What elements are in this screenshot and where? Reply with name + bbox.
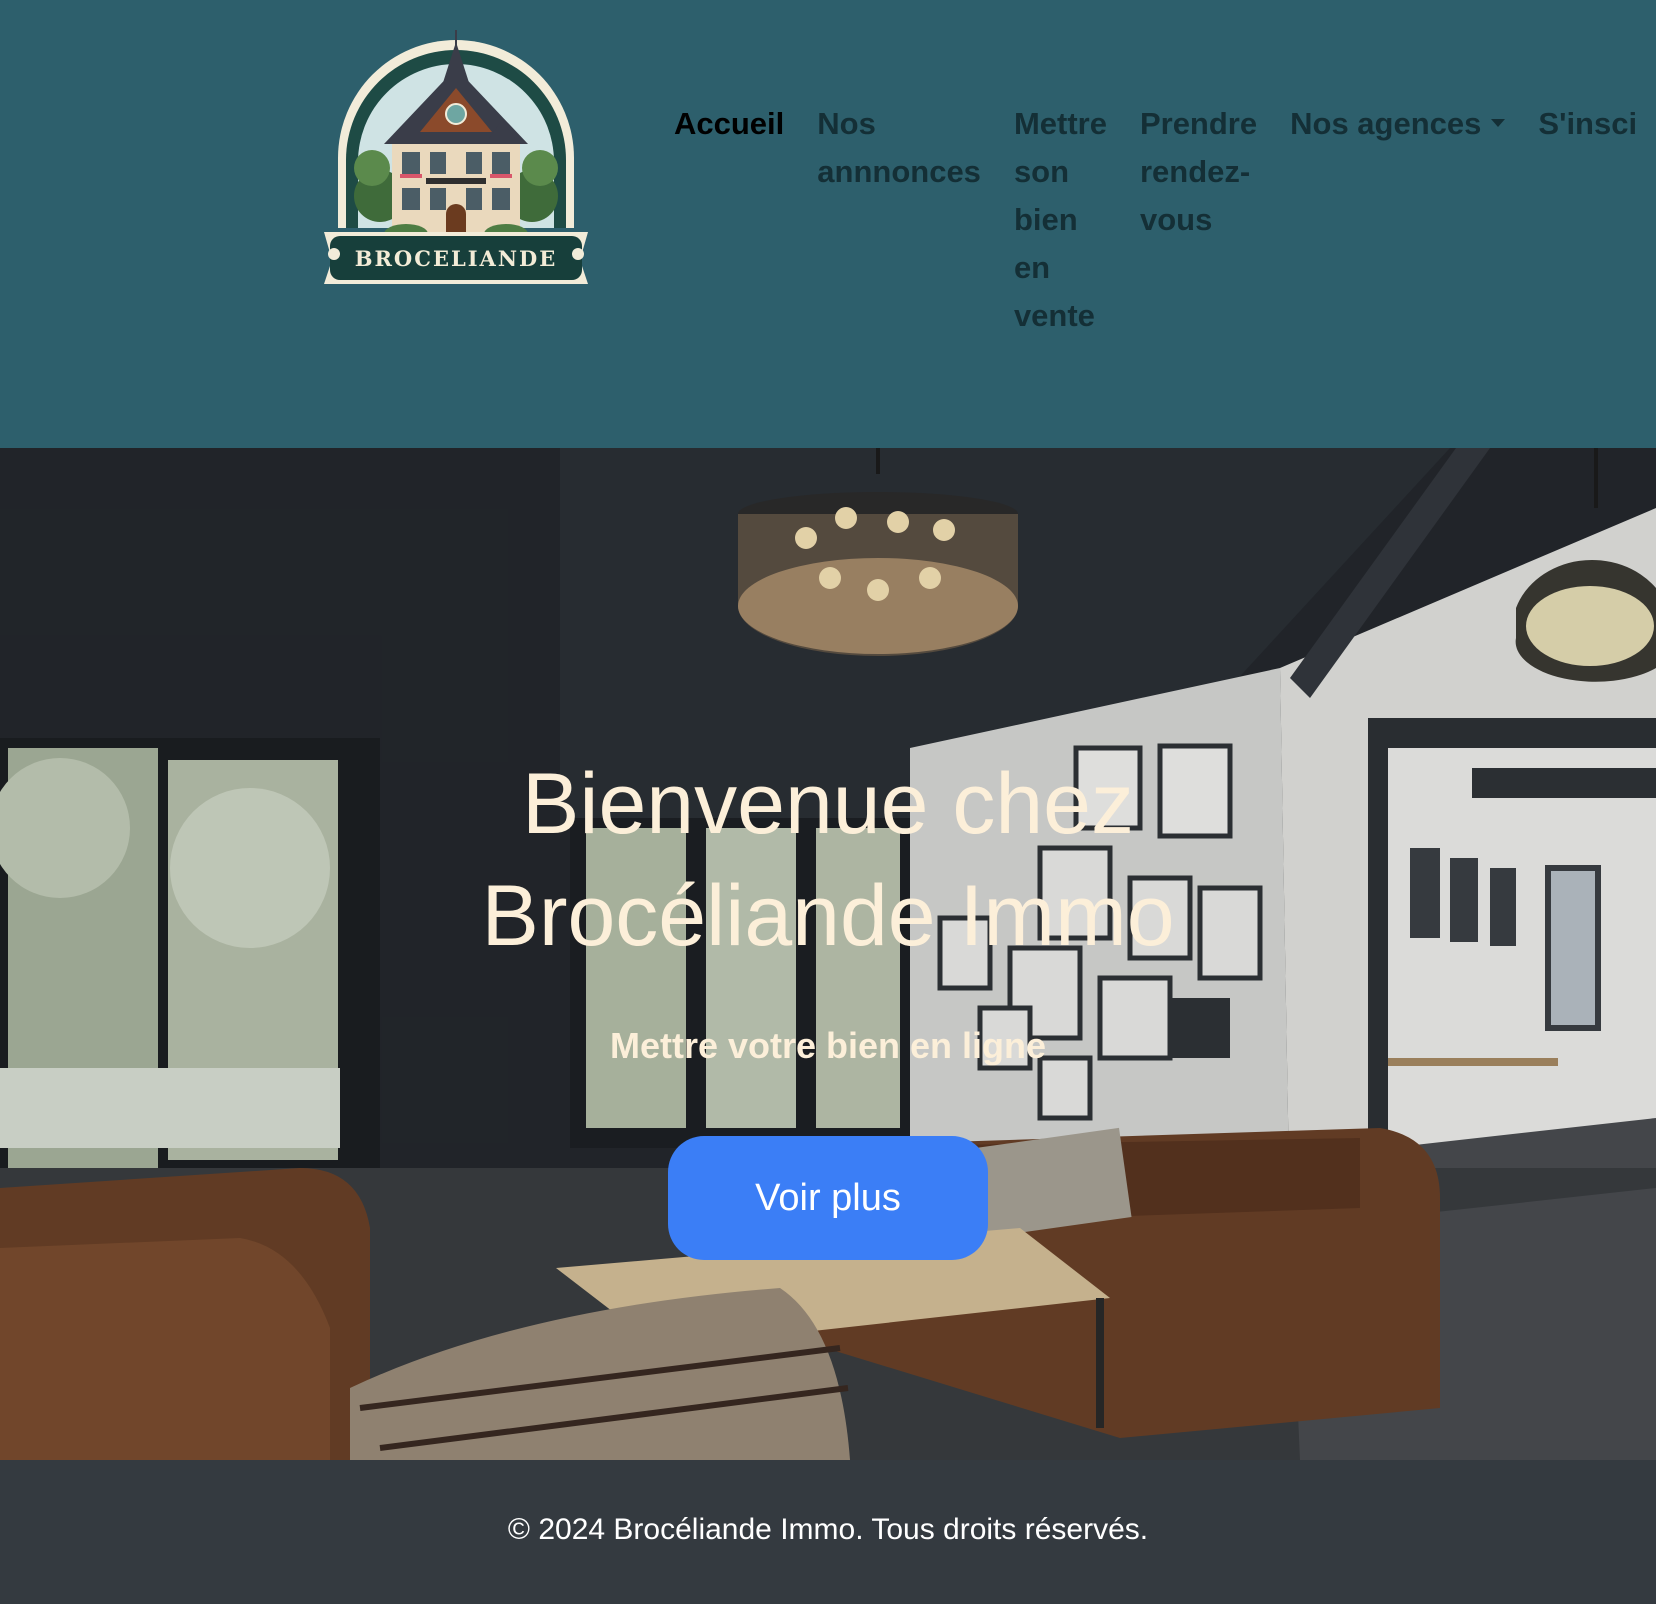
nav-item-label: vente (1013, 298, 1095, 333)
site-logo[interactable]: BROCELIANDE (318, 28, 594, 292)
nav-item-annonces[interactable]: Nos annnonces (817, 100, 1014, 196)
logo-text: BROCELIANDE (355, 246, 558, 271)
voir-plus-button[interactable]: Voir plus (668, 1136, 988, 1260)
site-footer: © 2024 Brocéliande Immo. Tous droits rés… (0, 1460, 1656, 1604)
nav-item-accueil[interactable]: Accueil (674, 100, 817, 148)
nav-item-label: Mettre (1013, 106, 1107, 141)
nav-item-label: vous (1139, 202, 1213, 237)
nav-item-inscrire[interactable]: S'insci (1538, 100, 1656, 148)
nav-item-label: bien (1013, 202, 1078, 237)
hero-title-line-1: Bienvenue chez (522, 756, 1134, 852)
hero-section: Bienvenue chez Brocéliande Immo Mettre v… (0, 448, 1656, 1460)
nav-item-label: annnonces (817, 154, 981, 189)
hero-content: Bienvenue chez Brocéliande Immo Mettre v… (0, 448, 1656, 1460)
hero-subtitle: Mettre votre bien en ligne (609, 1025, 1047, 1066)
nav-item-label: Nos agences (1290, 106, 1482, 141)
nav-item-mettre-en-vente[interactable]: Mettre son bien en vente (1014, 100, 1140, 340)
caret-down-icon (1491, 118, 1506, 127)
nav-item-label: Nos (817, 106, 876, 141)
house-logo-icon: BROCELIANDE (324, 30, 588, 284)
main-nav: Accueil Nos annnonces Mettre son bien en… (674, 100, 1656, 340)
nav-item-label: en (1013, 250, 1051, 285)
hero-title-line-2: Brocéliande Immo (481, 868, 1175, 964)
nav-item-label: S'insci (1538, 106, 1638, 141)
nav-item-label: Prendre (1139, 106, 1258, 141)
nav-item-label: rendez- (1139, 154, 1251, 189)
nav-item-label: son (1013, 154, 1070, 189)
nav-item-rendez-vous[interactable]: Prendre rendez- vous (1140, 100, 1290, 244)
site-header: BROCELIANDE Accueil Nos annnonces Mettre… (0, 0, 1656, 448)
nav-item-agences-dropdown[interactable]: Nos agences (1290, 100, 1538, 148)
hero-title: Bienvenue chez Brocéliande Immo (328, 748, 1328, 972)
nav-item-label: Accueil (674, 106, 785, 141)
copyright-text: © 2024 Brocéliande Immo. Tous droits rés… (507, 1513, 1149, 1546)
